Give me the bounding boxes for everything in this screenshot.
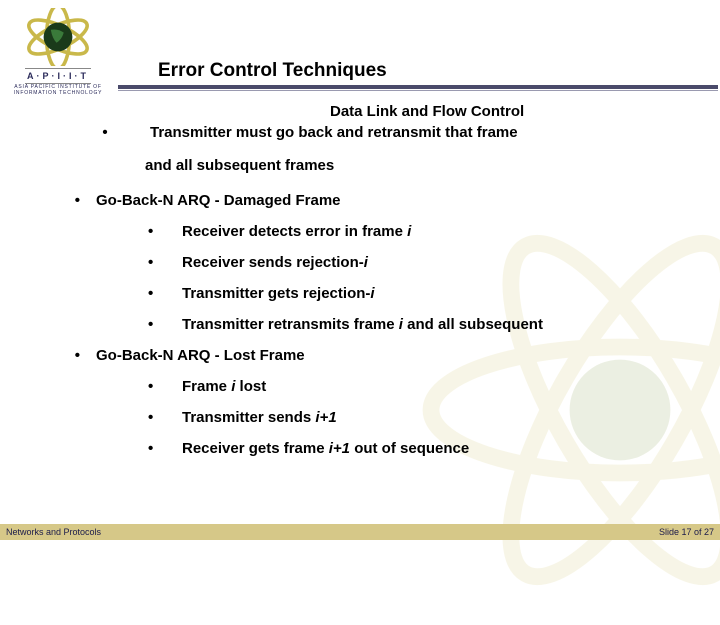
list-item: • Frame i lost [142,376,700,397]
footer-right: Slide 17 of 27 [659,527,714,537]
bullet-dot: • [142,407,182,428]
section-header-lost: • Go-Back-N ARQ - Lost Frame [60,345,700,366]
bullet-dot: • [142,438,182,459]
list-item: • Transmitter sends i+1 [142,407,700,428]
bullet-dot: • [142,252,182,273]
bullet-text: Receiver gets frame i+1 out of sequence [182,438,700,459]
bullet-text: Transmitter sends i+1 [182,407,700,428]
bullet-text: Transmitter retransmits frame i and all … [182,314,700,335]
list-item: • Transmitter retransmits frame i and al… [142,314,700,335]
section-title: Go-Back-N ARQ - Damaged Frame [96,190,700,211]
list-item: • Receiver gets frame i+1 out of sequenc… [142,438,700,459]
section-header-damaged: • Go-Back-N ARQ - Damaged Frame [60,190,700,211]
bullet-dot: • [60,345,96,366]
title-underline [118,85,718,89]
list-item: • Receiver detects error in frame i [142,221,700,242]
section-title: Go-Back-N ARQ - Lost Frame [96,345,700,366]
subject-title: Data Link and Flow Control [330,103,524,120]
bullet-text: Transmitter must go back and retransmit … [150,122,700,143]
bullet-dot: • [142,314,182,335]
bullet-text: Frame i lost [182,376,700,397]
bullet-dot: • [60,122,150,143]
logo: A·P·I·I·T ASIA PACIFIC INSTITUTE OFINFOR… [8,8,108,123]
content-area: • Transmitter must go back and retransmi… [60,122,700,469]
bullet-dot: • [142,221,182,242]
bullet-dot: • [142,283,182,304]
logo-globe-icon [22,8,94,66]
list-item: • Receiver sends rejection-i [142,252,700,273]
bullet-dot: • [142,376,182,397]
footer-left: Networks and Protocols [6,527,101,537]
logo-acronym: A·P·I·I·T [25,68,91,84]
bullet-continuation: • Transmitter must go back and retransmi… [60,122,700,143]
footer-bar: Networks and Protocols Slide 17 of 27 [0,524,720,540]
bullet-text: Receiver sends rejection-i [182,252,700,273]
bullet-dot: • [60,190,96,211]
bullet-text: Receiver detects error in frame i [182,221,700,242]
bullet-continuation-line2: and all subsequent frames [145,155,700,176]
slide-title: Error Control Techniques [158,60,387,82]
title-underline-thin [118,90,718,91]
list-item: • Transmitter gets rejection-i [142,283,700,304]
logo-subtext: ASIA PACIFIC INSTITUTE OFINFORMATION TEC… [14,85,103,96]
bullet-text: Transmitter gets rejection-i [182,283,700,304]
